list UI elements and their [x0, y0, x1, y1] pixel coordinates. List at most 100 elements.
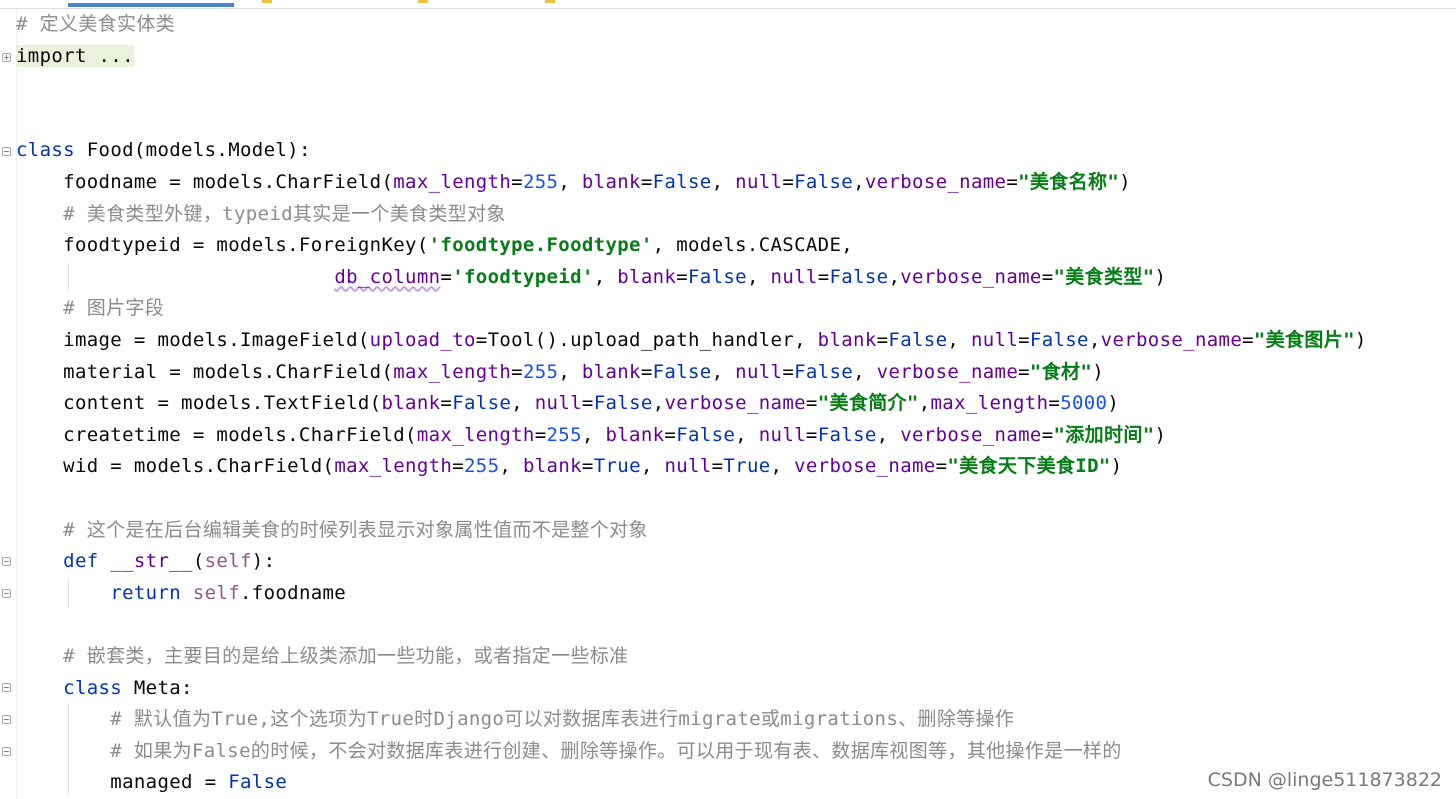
- code-token: 'foodtypeid': [452, 265, 594, 288]
- fold-collapse-icon[interactable]: [2, 557, 11, 566]
- code-token: 255: [546, 423, 582, 446]
- code-token: ,: [711, 360, 736, 383]
- code-token: .foodname: [240, 581, 347, 604]
- code-token: =: [876, 329, 889, 351]
- code-token: 5000: [1060, 392, 1108, 415]
- code-token: False: [688, 265, 747, 288]
- code-token: self: [204, 550, 252, 573]
- code-token: # 嵌套类，主要目的是给上级类添加一些功能，或者指定一些标准: [16, 645, 629, 667]
- code-token: =Tool().upload_path_handler,: [475, 329, 818, 351]
- code-token: null: [735, 171, 783, 193]
- code-line[interactable]: # 定义美食实体类: [16, 9, 175, 40]
- code-token: # 定义美食实体类: [16, 13, 176, 35]
- code-token: verbose_name: [876, 360, 1019, 383]
- code-token: wid = models.CharField(: [16, 455, 335, 478]
- code-token: createtime = models.CharField(: [16, 423, 417, 446]
- code-token: blank: [522, 455, 582, 478]
- code-token: def: [63, 550, 99, 573]
- code-token: (: [192, 550, 205, 573]
- code-token: =: [1006, 171, 1019, 193]
- code-token: =: [511, 360, 523, 383]
- code-token: =: [805, 423, 818, 446]
- code-token: 'foodtype.Foodtype': [428, 234, 653, 257]
- code-token: ):: [251, 550, 276, 573]
- tab-modified-marker: [418, 0, 428, 3]
- code-line[interactable]: wid = models.CharField(max_length=255, b…: [16, 451, 1122, 482]
- code-token: foodname = models.CharField(: [16, 171, 394, 193]
- code-token: , models.CASCADE,: [652, 234, 854, 257]
- code-line[interactable]: content = models.TextField(blank=False, …: [16, 388, 1119, 419]
- code-token: blank: [605, 423, 665, 446]
- code-token: =: [805, 392, 818, 415]
- code-token: ): [1354, 329, 1367, 351]
- fold-collapse-icon[interactable]: [2, 715, 11, 724]
- code-token: ,: [581, 423, 606, 446]
- code-token: verbose_name: [794, 455, 936, 478]
- code-token: Meta:: [122, 676, 193, 699]
- code-line[interactable]: return self.foodname: [16, 578, 346, 609]
- code-token: False: [228, 771, 288, 794]
- code-token: =: [1018, 329, 1030, 351]
- code-line[interactable]: managed = False: [16, 767, 287, 798]
- code-token: "美食图片": [1253, 329, 1355, 351]
- code-token: ): [1154, 423, 1167, 446]
- code-token: =: [817, 265, 830, 288]
- code-token: =: [452, 455, 464, 478]
- code-token: ,: [1088, 329, 1101, 351]
- code-token: Food(models.Model):: [74, 139, 311, 162]
- fold-collapse-icon[interactable]: [2, 683, 11, 692]
- code-token: blank: [581, 360, 641, 383]
- code-token: self: [192, 581, 240, 604]
- code-token: =: [640, 171, 653, 193]
- code-line[interactable]: class Food(models.Model):: [16, 135, 311, 166]
- code-token: ,: [853, 360, 877, 383]
- code-token: verbose_name: [900, 423, 1042, 446]
- code-token: max_length: [334, 455, 453, 478]
- code-line[interactable]: def __str__(self):: [16, 546, 275, 577]
- code-token: material = models.CharField(: [16, 360, 394, 383]
- code-token: max_length: [416, 423, 535, 446]
- code-line[interactable]: # 嵌套类，主要目的是给上级类添加一些功能，或者指定一些标准: [16, 641, 629, 672]
- code-token: __str__: [98, 550, 193, 573]
- code-line[interactable]: # 这个是在后台编辑美食的时候列表显示对象属性值而不是整个对象: [16, 515, 648, 546]
- code-line[interactable]: # 如果为False的时候，不会对数据库表进行创建、删除等操作。可以用于现有表、…: [16, 736, 1122, 767]
- code-line[interactable]: foodtypeid = models.ForeignKey('foodtype…: [16, 230, 853, 261]
- code-line[interactable]: db_column='foodtypeid', blank=False, nul…: [16, 262, 1166, 293]
- code-token: False: [888, 329, 948, 351]
- code-token: ,: [735, 423, 759, 446]
- fold-expand-icon[interactable]: [2, 53, 11, 62]
- code-line[interactable]: foodname = models.CharField(max_length=2…: [16, 167, 1131, 198]
- code-token: "食材": [1029, 360, 1093, 383]
- code-token: False: [676, 423, 736, 446]
- code-token: True: [593, 455, 641, 478]
- fold-end-icon[interactable]: [2, 589, 11, 598]
- code-token: =: [1018, 360, 1030, 383]
- code-line[interactable]: # 美食类型外键，typeid其实是一个美食类型对象: [16, 199, 506, 230]
- code-token: ,: [640, 455, 665, 478]
- code-line[interactable]: class Meta:: [16, 673, 193, 704]
- code-line[interactable]: image = models.ImageField(upload_to=Tool…: [16, 325, 1367, 356]
- code-token: =: [1041, 423, 1054, 446]
- code-token: ,: [499, 455, 523, 478]
- code-line[interactable]: material = models.CharField(max_length=2…: [16, 357, 1104, 388]
- code-line[interactable]: # 默认值为True,这个选项为True时Django可以对数据库表进行migr…: [16, 704, 1014, 735]
- code-line[interactable]: # 图片字段: [16, 293, 164, 324]
- code-token: null: [758, 423, 806, 446]
- fold-end-icon[interactable]: [2, 747, 11, 756]
- code-line[interactable]: import ...: [16, 41, 134, 72]
- tab-modified-marker: [262, 0, 272, 3]
- code-token: verbose_name: [1100, 329, 1243, 351]
- code-token: ,: [888, 265, 901, 288]
- code-token: null: [664, 455, 712, 478]
- code-token: =: [440, 265, 453, 288]
- code-token: class: [63, 676, 123, 699]
- code-token: =: [440, 392, 453, 415]
- code-line[interactable]: createtime = models.CharField(max_length…: [16, 420, 1166, 451]
- fold-collapse-icon[interactable]: [2, 147, 11, 156]
- active-tab-indicator[interactable]: [68, 3, 234, 7]
- code-token: "添加时间": [1053, 423, 1155, 446]
- code-token: blank: [817, 329, 877, 351]
- code-token: null: [534, 392, 582, 415]
